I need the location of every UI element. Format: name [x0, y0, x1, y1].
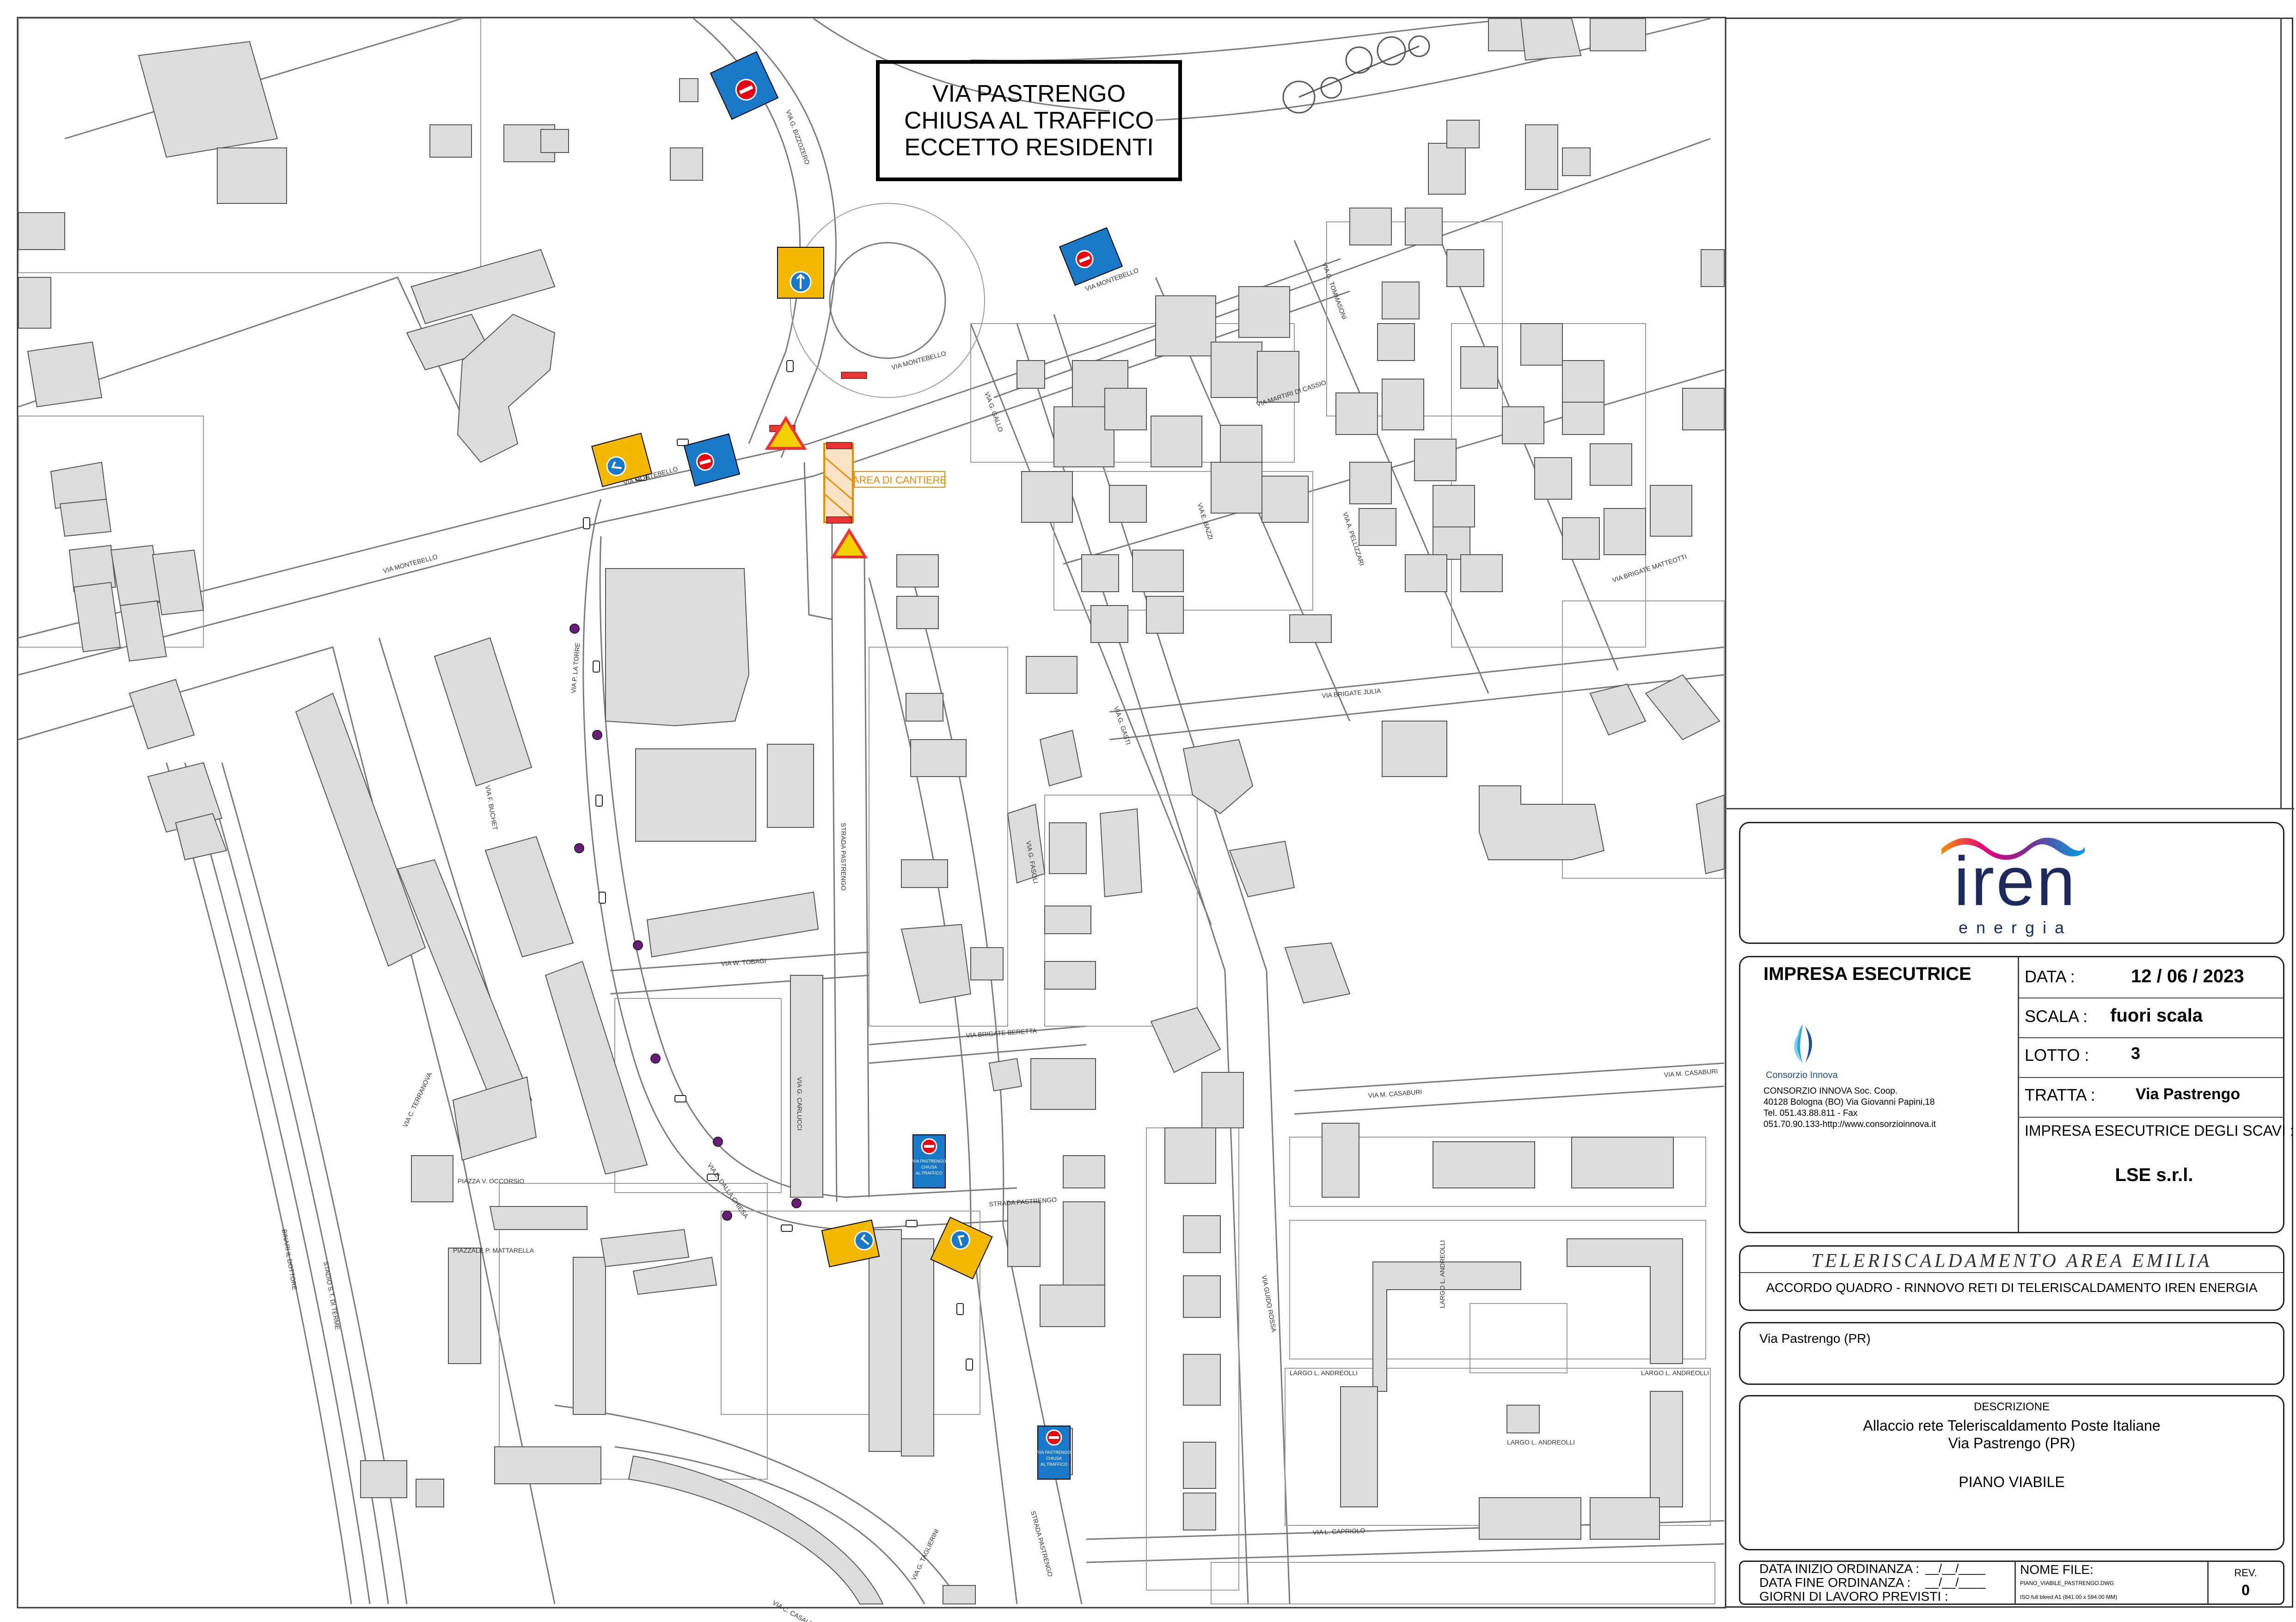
svg-text:CHIUSA: CHIUSA — [1046, 1456, 1062, 1461]
street-label: PIAZZA V. OCCORSIO — [458, 1177, 524, 1185]
svg-text:AL TRAFFICO: AL TRAFFICO — [1041, 1462, 1067, 1467]
scale-value: fuori scala — [2110, 1005, 2203, 1026]
consorzio-innova-logo — [1794, 1024, 1812, 1063]
scale-label: SCALA : — [2025, 1007, 2088, 1026]
contractor-address-1: CONSORZIO INNOVA Soc. Coop. — [1763, 1086, 1898, 1096]
consorzio-logo-text: Consorzio Innova — [1766, 1070, 1838, 1080]
project-subtitle: ACCORDO QUADRO - RINNOVO RETI DI TELERIS… — [1766, 1280, 2258, 1295]
iren-logo-tagline: energia — [1958, 918, 2073, 937]
svg-text:AL TRAFFICO: AL TRAFFICO — [916, 1171, 943, 1175]
revision-label: REV. — [2234, 1567, 2257, 1579]
date-value: 12 / 06 / 2023 — [2131, 966, 2244, 986]
banner-line-3: ECCETTO RESIDENTI — [904, 134, 1154, 161]
contractor-heading: IMPRESA ESECUTRICE — [1763, 964, 1971, 984]
street-label: LARGO L. ANDREOLLI — [1439, 1240, 1446, 1308]
work-area-label: AREA DI CANTIERE — [852, 474, 947, 486]
svg-text:CHIUSA: CHIUSA — [921, 1165, 937, 1169]
iren-logo-brand: iren — [1953, 842, 2077, 920]
order-start-label: DATA INIZIO ORDINANZA : — [1759, 1561, 1919, 1576]
description-line-3: PIANO VIABILE — [1959, 1474, 2065, 1490]
section-value: Via Pastrengo — [2136, 1085, 2241, 1103]
section-label: TRATTA : — [2025, 1085, 2095, 1104]
date-label: DATA : — [2025, 967, 2075, 986]
order-end-label: DATA FINE ORDINANZA : — [1759, 1575, 1911, 1590]
road-closed-text-1: VIA PASTRENGO — [912, 1159, 946, 1163]
road-closed-sign-1: VIA PASTRENGO CHIUSA AL TRAFFICO — [912, 1134, 946, 1188]
street-label: LARGO L. ANDREOLLI — [1507, 1438, 1575, 1446]
road-closed-sign-2: VIA PASTRENGO CHIUSA AL TRAFFICO — [1037, 1426, 1071, 1480]
banner-line-1: VIA PASTRENGO — [932, 80, 1126, 107]
contractor-address-2: 40128 Bologna (BO) Via Giovanni Papini,1… — [1763, 1097, 1935, 1107]
lot-label: LOTTO : — [2025, 1046, 2089, 1065]
excavation-contractor-value: LSE s.r.l. — [2115, 1165, 2193, 1185]
excavation-contractor-label: IMPRESA ESECUTRICE DEGLI SCAVI : — [2025, 1122, 2294, 1139]
street-label: PIAZZALE P. MATTARELLA — [453, 1247, 534, 1254]
street-label: LARGO L. ANDREOLLI — [1290, 1369, 1358, 1377]
contractor-address-4: 051.70.90.133-http://www.consorzioinnova… — [1763, 1120, 1936, 1129]
description-line-1: Allaccio rete Teleriscaldamento Poste It… — [1863, 1417, 2161, 1434]
logo-box: iren energia — [1739, 822, 2284, 944]
description-line-2: Via Pastrengo (PR) — [1948, 1435, 2076, 1451]
file-name-label: NOME FILE: — [2020, 1562, 2094, 1577]
street-map: AREA DI CANTIERE VIA PASTRENGO CHIUSA AL… — [17, 17, 1727, 1622]
description-label: DESCRIZIONE — [1973, 1401, 2050, 1413]
street-label: LARGO L. ANDREOLLI — [1641, 1369, 1709, 1377]
contractor-address-3: Tel. 051.43.88.811 - Fax — [1763, 1108, 1858, 1118]
road-closure-banner: VIA PASTRENGO CHIUSA AL TRAFFICO ECCETTO… — [876, 60, 1182, 181]
order-end-value: __/__/____ — [1925, 1575, 1986, 1589]
sheet-size: ISO full bleed A1 (841.00 x 594.00 MM) — [2020, 1594, 2118, 1600]
street-label: STRADA PASTRENGO — [840, 823, 847, 891]
file-name-value: PIANO_VIABILE_PASTRENGO.DWG — [2020, 1580, 2114, 1586]
svg-text:VIA PASTRENGO: VIA PASTRENGO — [1037, 1450, 1071, 1455]
order-start-value: __/__/____ — [1925, 1561, 1986, 1575]
work-days-label: GIORNI DI LAVORO PREVISTI : — [1759, 1589, 1948, 1604]
lot-value: 3 — [2131, 1044, 2141, 1063]
banner-line-2: CHIUSA AL TRAFFICO — [904, 107, 1154, 134]
location-text: Via Pastrengo (PR) — [1759, 1331, 1871, 1346]
detour-sign-bizzozero — [777, 247, 824, 299]
revision-value: 0 — [2241, 1582, 2250, 1598]
street-label: VIA G. CARLUCCI — [796, 1077, 803, 1131]
project-title: TELERISCALDAMENTO AREA EMILIA — [1811, 1250, 2212, 1272]
